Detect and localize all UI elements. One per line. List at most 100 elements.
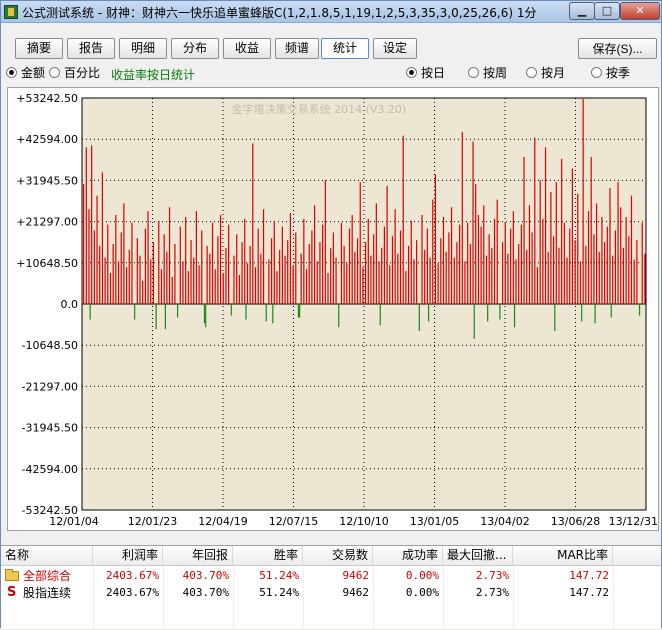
chart-bar (550, 191, 552, 304)
chart-bar-negative (89, 304, 91, 320)
chart-bar (483, 205, 485, 304)
col-annual[interactable]: 年回报 (163, 546, 233, 566)
chart-bar (195, 211, 198, 304)
chart-bar (351, 215, 353, 304)
save-button[interactable]: 保存(S)... (578, 38, 657, 59)
radio-quarterly[interactable]: 按季 (591, 66, 630, 82)
chart-bar-negative (554, 304, 556, 332)
chart-bar (120, 232, 122, 304)
chart-bar (453, 257, 455, 304)
chart-bar (107, 224, 109, 304)
chart-bar (225, 247, 227, 304)
chart-bar (271, 238, 273, 304)
chart-bar (109, 273, 112, 304)
chart-bar (501, 242, 504, 304)
chart-bar (582, 98, 584, 304)
chart-bar (595, 203, 598, 304)
radio-weekly[interactable]: 按周 (468, 66, 507, 82)
chart-bar (131, 222, 133, 304)
chart-bar (177, 304, 179, 318)
chart-bar (630, 195, 633, 304)
table-header: 名称 利润率 年回报 胜率 交易数 成功率 最大回撤... MAR比率 (1, 546, 661, 566)
tab-distribution[interactable]: 分布 (171, 38, 219, 59)
chart-bar-negative (299, 304, 301, 318)
radio-dot (49, 67, 60, 78)
chart-bar (308, 244, 310, 304)
col-drawdown[interactable]: 最大回撤... (443, 546, 513, 566)
chart-bar (335, 257, 337, 304)
chart-bar (340, 222, 343, 304)
chart-bar (206, 245, 208, 304)
col-mar[interactable]: MAR比率 (513, 546, 613, 566)
chart-bar (125, 267, 128, 304)
radio-monthly[interactable]: 按月 (526, 66, 565, 82)
chart-panel: +53242.50 +42594.00 +31945.50 +21297.00 +106… (7, 87, 659, 531)
radio-percent[interactable]: 百分比 (49, 66, 100, 82)
chart-bar (123, 203, 125, 304)
chart-bar (555, 182, 557, 304)
chart-bar (381, 247, 383, 304)
tab-details[interactable]: 明细 (119, 38, 167, 59)
tab-settings[interactable]: 设定 (373, 38, 417, 59)
title-bar[interactable]: 公式测试系统 - 财神：财神六一快乐追单蜜蜂版C(1,2,1.8,5,1,19,… (1, 1, 661, 23)
chart-bar (185, 216, 187, 304)
col-profit[interactable]: 利润率 (93, 546, 163, 566)
radio-amount[interactable]: 金额 (6, 66, 45, 82)
x-tick-label: 12/04/19 (198, 515, 247, 528)
chart-bar-negative (379, 304, 381, 326)
chart-bar (571, 168, 574, 304)
chart-bar (405, 271, 407, 304)
chart-bar (198, 265, 200, 304)
table-row[interactable]: S 股指连续 2403.67% 403.70% 51.24% 9462 0.00… (1, 585, 661, 601)
tab-statistics[interactable]: 统计 (321, 38, 369, 59)
col-success[interactable]: 成功率 (373, 546, 443, 566)
y-tick-label: 0.0 (61, 298, 79, 311)
chart-bar (609, 187, 611, 304)
radio-dot (468, 67, 479, 78)
row-profit: 2403.67% (106, 586, 159, 599)
chart-bar (399, 230, 402, 304)
col-winrate[interactable]: 胜率 (233, 546, 303, 566)
minimize-button[interactable]: ▁ (569, 2, 595, 20)
chart-bar (475, 184, 477, 304)
tab-report[interactable]: 报告 (67, 38, 115, 59)
chart-bar (330, 247, 332, 304)
radio-dot (406, 67, 417, 78)
radio-label: 百分比 (64, 66, 101, 80)
chart-bar (99, 245, 101, 304)
tab-spectrum[interactable]: 频谱 (275, 38, 319, 59)
col-trades[interactable]: 交易数 (303, 546, 373, 566)
close-button[interactable]: ✕ (620, 2, 660, 20)
chart-bar (297, 304, 300, 318)
x-tick-label: 13/12/31 (609, 515, 658, 528)
chart-bar (461, 131, 463, 304)
chart-bar (319, 242, 321, 304)
chart-bar (115, 215, 117, 304)
chart-bar (416, 240, 418, 304)
chart-bar-negative (164, 304, 166, 330)
chart-bar (238, 274, 240, 304)
radio-label: 按周 (483, 66, 508, 80)
chart-bar (448, 232, 450, 304)
col-name[interactable]: 名称 (1, 546, 93, 566)
table-row[interactable]: 全部综合 2403.67% 403.70% 51.24% 9462 0.00% … (1, 568, 661, 584)
chart-bar-negative (610, 304, 612, 318)
tab-returns[interactable]: 收益 (223, 38, 271, 59)
radio-daily[interactable]: 按日 (406, 66, 445, 82)
chart-bar (367, 218, 369, 304)
mode-caption: 收益率按日统计 (111, 68, 196, 82)
chart-bar (636, 240, 638, 304)
chart-bar (383, 226, 386, 304)
chart-bar (620, 207, 622, 304)
chart-bar (536, 267, 539, 304)
maximize-button[interactable]: □ (594, 2, 620, 20)
chart-bar (407, 245, 410, 304)
x-tick-label: 13/06/28 (551, 515, 600, 528)
tab-summary[interactable]: 摘要 (15, 38, 63, 59)
chart-bar (496, 199, 498, 304)
chart-bar (190, 240, 192, 304)
chart-bar (440, 238, 442, 304)
x-tick-label: 13/04/02 (480, 515, 529, 528)
chart-bar (617, 182, 619, 304)
chart-bar (187, 271, 189, 304)
